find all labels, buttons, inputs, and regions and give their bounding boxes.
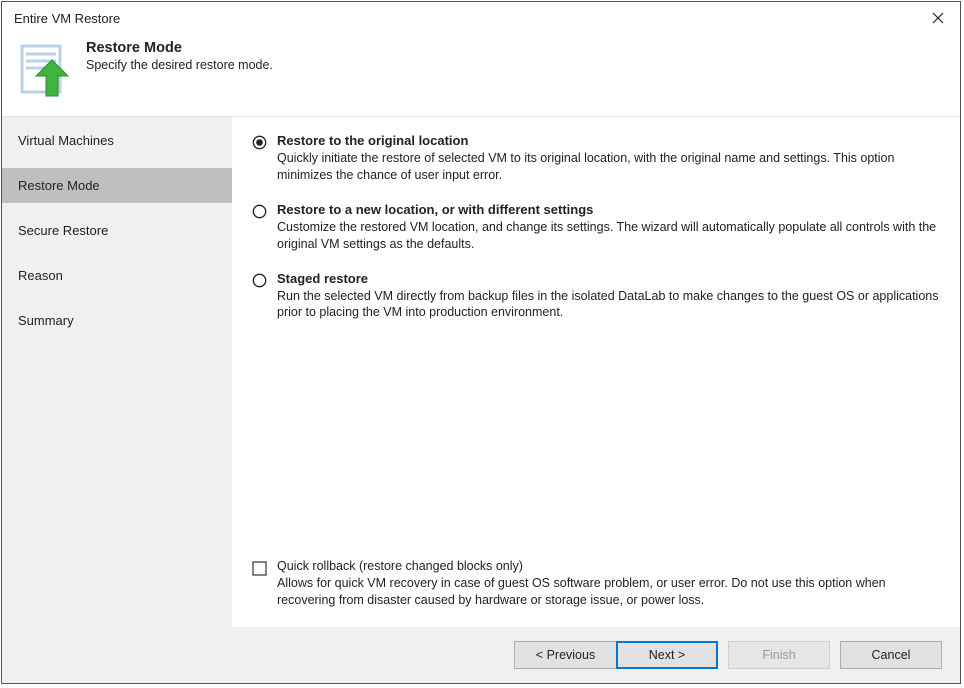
checkbox-unchecked-icon[interactable] bbox=[252, 561, 267, 576]
option-new-location[interactable]: Restore to a new location, or with diffe… bbox=[252, 202, 940, 253]
wizard-footer: < Previous Next > Finish Cancel bbox=[2, 627, 960, 683]
wizard-body: Virtual Machines Restore Mode Secure Res… bbox=[2, 116, 960, 627]
step-secure-restore[interactable]: Secure Restore bbox=[2, 213, 232, 248]
wizard-header: Restore Mode Specify the desired restore… bbox=[2, 34, 960, 116]
option-body: Staged restore Run the selected VM direc… bbox=[277, 271, 940, 322]
step-summary[interactable]: Summary bbox=[2, 303, 232, 338]
header-texts: Restore Mode Specify the desired restore… bbox=[86, 40, 273, 72]
radio-unselected-icon[interactable] bbox=[252, 204, 267, 219]
step-reason[interactable]: Reason bbox=[2, 258, 232, 293]
prev-next-group: < Previous Next > bbox=[514, 641, 718, 669]
option-desc: Quickly initiate the restore of selected… bbox=[277, 150, 940, 184]
quick-rollback-desc: Allows for quick VM recovery in case of … bbox=[277, 575, 940, 609]
step-virtual-machines[interactable]: Virtual Machines bbox=[2, 123, 232, 158]
wizard-window: Entire VM Restore Restore Mode Specify t… bbox=[1, 1, 961, 684]
titlebar: Entire VM Restore bbox=[2, 2, 960, 34]
restore-page-icon bbox=[16, 42, 72, 98]
option-original-location[interactable]: Restore to the original location Quickly… bbox=[252, 133, 940, 184]
option-title: Staged restore bbox=[277, 271, 940, 286]
page-title: Restore Mode bbox=[86, 40, 273, 56]
close-button[interactable] bbox=[916, 3, 960, 33]
quick-rollback-body: Quick rollback (restore changed blocks o… bbox=[277, 559, 940, 609]
cancel-button[interactable]: Cancel bbox=[840, 641, 942, 669]
option-body: Restore to a new location, or with diffe… bbox=[277, 202, 940, 253]
quick-rollback-row[interactable]: Quick rollback (restore changed blocks o… bbox=[252, 559, 940, 609]
quick-rollback-title: Quick rollback (restore changed blocks o… bbox=[277, 559, 940, 573]
close-icon bbox=[932, 12, 944, 24]
wizard-steps: Virtual Machines Restore Mode Secure Res… bbox=[2, 117, 232, 627]
option-title: Restore to a new location, or with diffe… bbox=[277, 202, 940, 217]
option-title: Restore to the original location bbox=[277, 133, 940, 148]
radio-unselected-icon[interactable] bbox=[252, 273, 267, 288]
option-staged-restore[interactable]: Staged restore Run the selected VM direc… bbox=[252, 271, 940, 322]
radio-selected-icon[interactable] bbox=[252, 135, 267, 150]
window-title: Entire VM Restore bbox=[14, 11, 120, 26]
option-desc: Customize the restored VM location, and … bbox=[277, 219, 940, 253]
finish-button: Finish bbox=[728, 641, 830, 669]
next-button[interactable]: Next > bbox=[616, 641, 718, 669]
previous-button[interactable]: < Previous bbox=[514, 641, 616, 669]
page-subtitle: Specify the desired restore mode. bbox=[86, 58, 273, 72]
main-panel: Restore to the original location Quickly… bbox=[232, 117, 960, 627]
restore-mode-options: Restore to the original location Quickly… bbox=[252, 133, 940, 551]
option-desc: Run the selected VM directly from backup… bbox=[277, 288, 940, 322]
option-body: Restore to the original location Quickly… bbox=[277, 133, 940, 184]
step-restore-mode[interactable]: Restore Mode bbox=[2, 168, 232, 203]
